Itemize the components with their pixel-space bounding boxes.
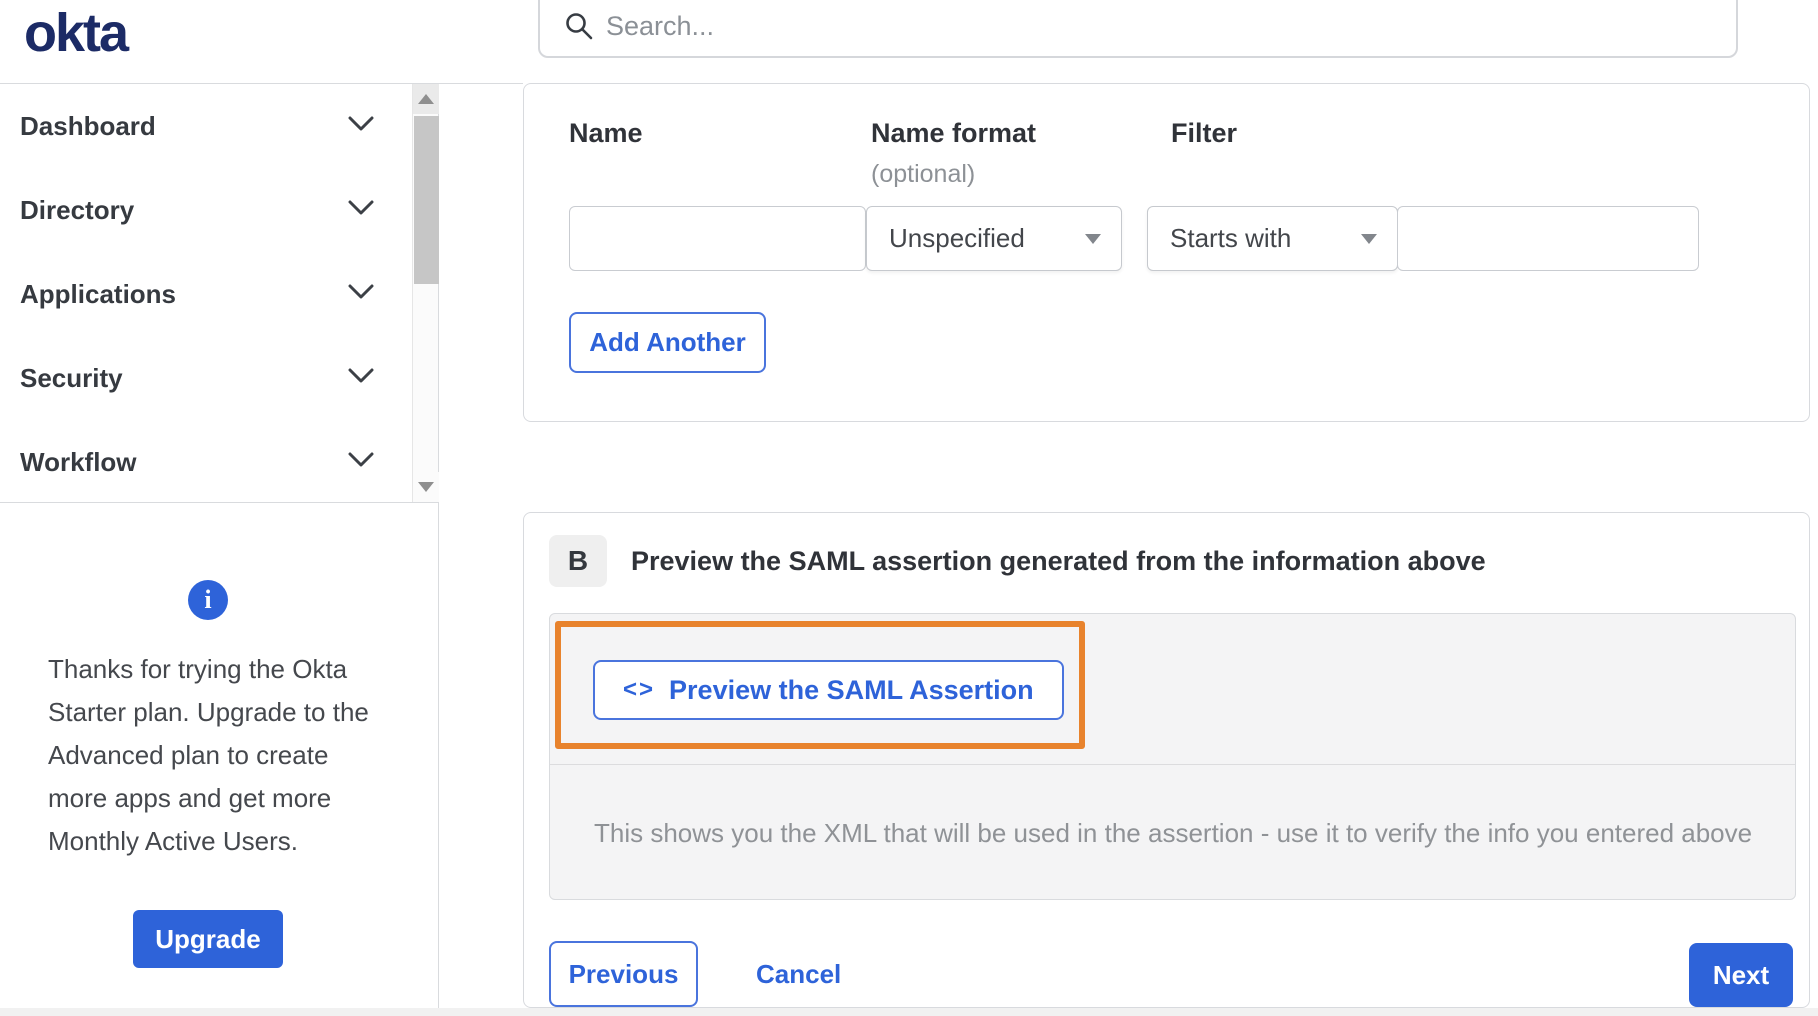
upsell-message: Thanks for trying the Okta Starter plan.… (48, 654, 369, 856)
sidebar-item-label: Security (20, 362, 123, 393)
chevron-down-icon (348, 116, 374, 137)
sidebar-scrollbar[interactable] (412, 84, 439, 502)
step-b-badge: B (549, 535, 607, 587)
preview-section-heading: Preview the SAML assertion generated fro… (631, 545, 1486, 576)
filter-column-label: Filter (1171, 118, 1238, 148)
chevron-down-icon (348, 452, 374, 473)
name-format-dropdown[interactable]: Unspecified (866, 206, 1122, 271)
info-icon: i (188, 580, 228, 620)
sidebar-item-directory[interactable]: Directory (0, 168, 438, 252)
preview-saml-panel: B Preview the SAML assertion generated f… (523, 512, 1810, 1008)
sidebar-item-dashboard[interactable]: Dashboard (0, 84, 438, 168)
sidebar-item-applications[interactable]: Applications (0, 252, 438, 336)
sidebar-item-label: Directory (20, 194, 135, 225)
filter-type-dropdown[interactable]: Starts with (1147, 206, 1398, 271)
okta-logo: okta (24, 3, 129, 63)
sidebar-item-security[interactable]: Security (0, 336, 438, 420)
preview-button-label: Preview the SAML Assertion (669, 674, 1034, 705)
scrollbar-thumb[interactable] (414, 116, 439, 284)
sidebar-item-label: Workflow (20, 446, 137, 477)
name-column-label: Name (569, 118, 643, 148)
sidebar-item-label: Dashboard (20, 110, 156, 141)
sidebar-item-label: Applications (20, 278, 177, 309)
viewport-bottom-edge (0, 1008, 1818, 1016)
search-icon (564, 11, 594, 46)
info-glyph: i (204, 585, 212, 614)
global-search[interactable] (538, 0, 1738, 58)
name-format-selected-value: Unspecified (889, 223, 1025, 253)
scroll-down-icon[interactable] (413, 472, 439, 502)
filter-value-input[interactable] (1397, 206, 1699, 271)
search-input[interactable] (606, 6, 1716, 46)
previous-button[interactable]: Previous (549, 941, 698, 1007)
code-brackets-icon: <> (623, 676, 656, 703)
preview-saml-assertion-button[interactable]: <> Preview the SAML Assertion (593, 660, 1064, 720)
upgrade-button[interactable]: Upgrade (133, 910, 283, 968)
chevron-down-icon (348, 284, 374, 305)
name-format-column-label: Name format (871, 118, 1037, 148)
dropdown-caret-icon (1085, 233, 1101, 244)
sidebar-item-workflow[interactable]: Workflow (0, 420, 438, 504)
dropdown-caret-icon (1361, 233, 1377, 244)
name-format-optional-hint: (optional) (871, 160, 976, 188)
preview-helper-text: This shows you the XML that will be used… (594, 817, 1753, 848)
chevron-down-icon (348, 200, 374, 221)
attribute-statements-panel: Name Name format (optional) Filter Unspe… (523, 83, 1810, 422)
preview-box: <> Preview the SAML Assertion This shows… (549, 613, 1796, 900)
next-button[interactable]: Next (1689, 943, 1793, 1007)
sidebar-nav: Dashboard Directory Applications Securit… (0, 84, 438, 503)
chevron-down-icon (348, 368, 374, 389)
cancel-button[interactable]: Cancel (746, 941, 851, 1007)
filter-type-selected-value: Starts with (1170, 223, 1292, 253)
attribute-name-input[interactable] (569, 206, 866, 271)
okta-admin-screen: okta Dashboard Directory Applications Se… (0, 0, 1818, 1016)
add-another-button[interactable]: Add Another (569, 312, 766, 373)
preview-box-top: <> Preview the SAML Assertion (550, 614, 1795, 764)
preview-box-footer: This shows you the XML that will be used… (550, 764, 1795, 899)
scroll-up-icon[interactable] (413, 84, 439, 114)
